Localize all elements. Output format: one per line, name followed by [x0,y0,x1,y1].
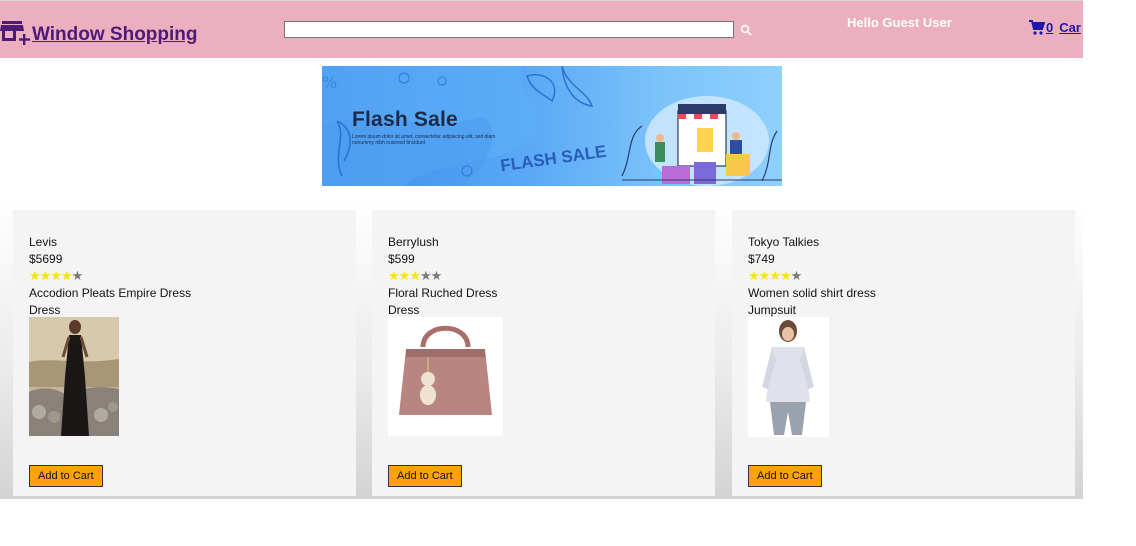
product-price: $749 [748,252,775,266]
add-to-cart-button[interactable]: Add to Cart [748,465,822,487]
product-rating: ★★★★★ [388,268,443,284]
cart-count: 0 [1046,20,1054,35]
star-filled-icon: ★ [769,268,781,283]
add-to-cart-button[interactable]: Add to Cart [29,465,103,487]
cart-label: Car [1059,20,1081,35]
star-filled-icon: ★ [29,268,41,283]
product-title: Accodion Pleats Empire Dress [29,286,192,300]
store-plus-icon [0,21,30,45]
search-button[interactable] [738,22,754,38]
cart-icon [1029,20,1045,35]
star-filled-icon: ★ [748,268,760,283]
product-price: $5699 [29,252,63,266]
star-filled-icon: ★ [388,268,400,283]
product-category: Dress [388,303,420,317]
product-rating: ★★★★★ [29,268,84,284]
svg-text:%: % [322,73,337,92]
star-empty-icon: ★ [430,268,443,283]
banner-subtitle: Lorem ipsum dolor sit amet, consectetur … [352,134,496,146]
greeting-text: Hello Guest User [847,15,952,30]
brand-link[interactable]: Window Shopping [0,17,198,47]
search-icon [740,24,752,36]
product-price: $599 [388,252,415,266]
star-empty-icon: ★ [71,268,84,283]
star-filled-icon: ★ [779,268,792,283]
star-filled-icon: ★ [398,268,411,283]
star-filled-icon: ★ [60,268,73,283]
product-brand: Levis [29,235,58,249]
star-empty-icon: ★ [790,268,803,283]
star-filled-icon: ★ [409,268,421,283]
star-filled-icon: ★ [50,268,62,283]
add-to-cart-button[interactable]: Add to Cart [388,465,462,487]
search-input[interactable] [284,21,734,38]
product-category: Dress [29,303,61,317]
top-navbar: Window Shopping Hello Guest User 0 Car [0,0,1083,58]
product-brand: Tokyo Talkies [748,235,820,249]
product-rating: ★★★★★ [748,268,803,284]
product-image[interactable] [748,317,829,437]
product-grid: Levis $5699 ★★★★★ Accodion Pleats Empire… [0,203,1083,499]
star-empty-icon: ★ [419,268,432,283]
product-card: Tokyo Talkies $749 ★★★★★ Women solid shi… [732,210,1075,496]
banner-title: Flash Sale [352,108,458,131]
product-image[interactable] [29,317,119,436]
product-category: Jumpsuit [748,303,797,317]
flash-sale-banner[interactable]: % Flash Sale Lorem ipsum dolor sit amet,… [322,66,782,186]
cart-link[interactable]: 0 Car [1029,20,1081,35]
star-filled-icon: ★ [39,268,52,283]
product-title: Women solid shirt dress [748,286,876,300]
star-filled-icon: ★ [758,268,771,283]
brand-name: Window Shopping [32,24,198,45]
product-card: Berrylush $599 ★★★★★ Floral Ruched Dress… [372,210,715,496]
product-image[interactable] [388,317,503,436]
product-title: Floral Ruched Dress [388,286,498,300]
product-brand: Berrylush [388,235,439,249]
product-card: Levis $5699 ★★★★★ Accodion Pleats Empire… [13,210,356,496]
